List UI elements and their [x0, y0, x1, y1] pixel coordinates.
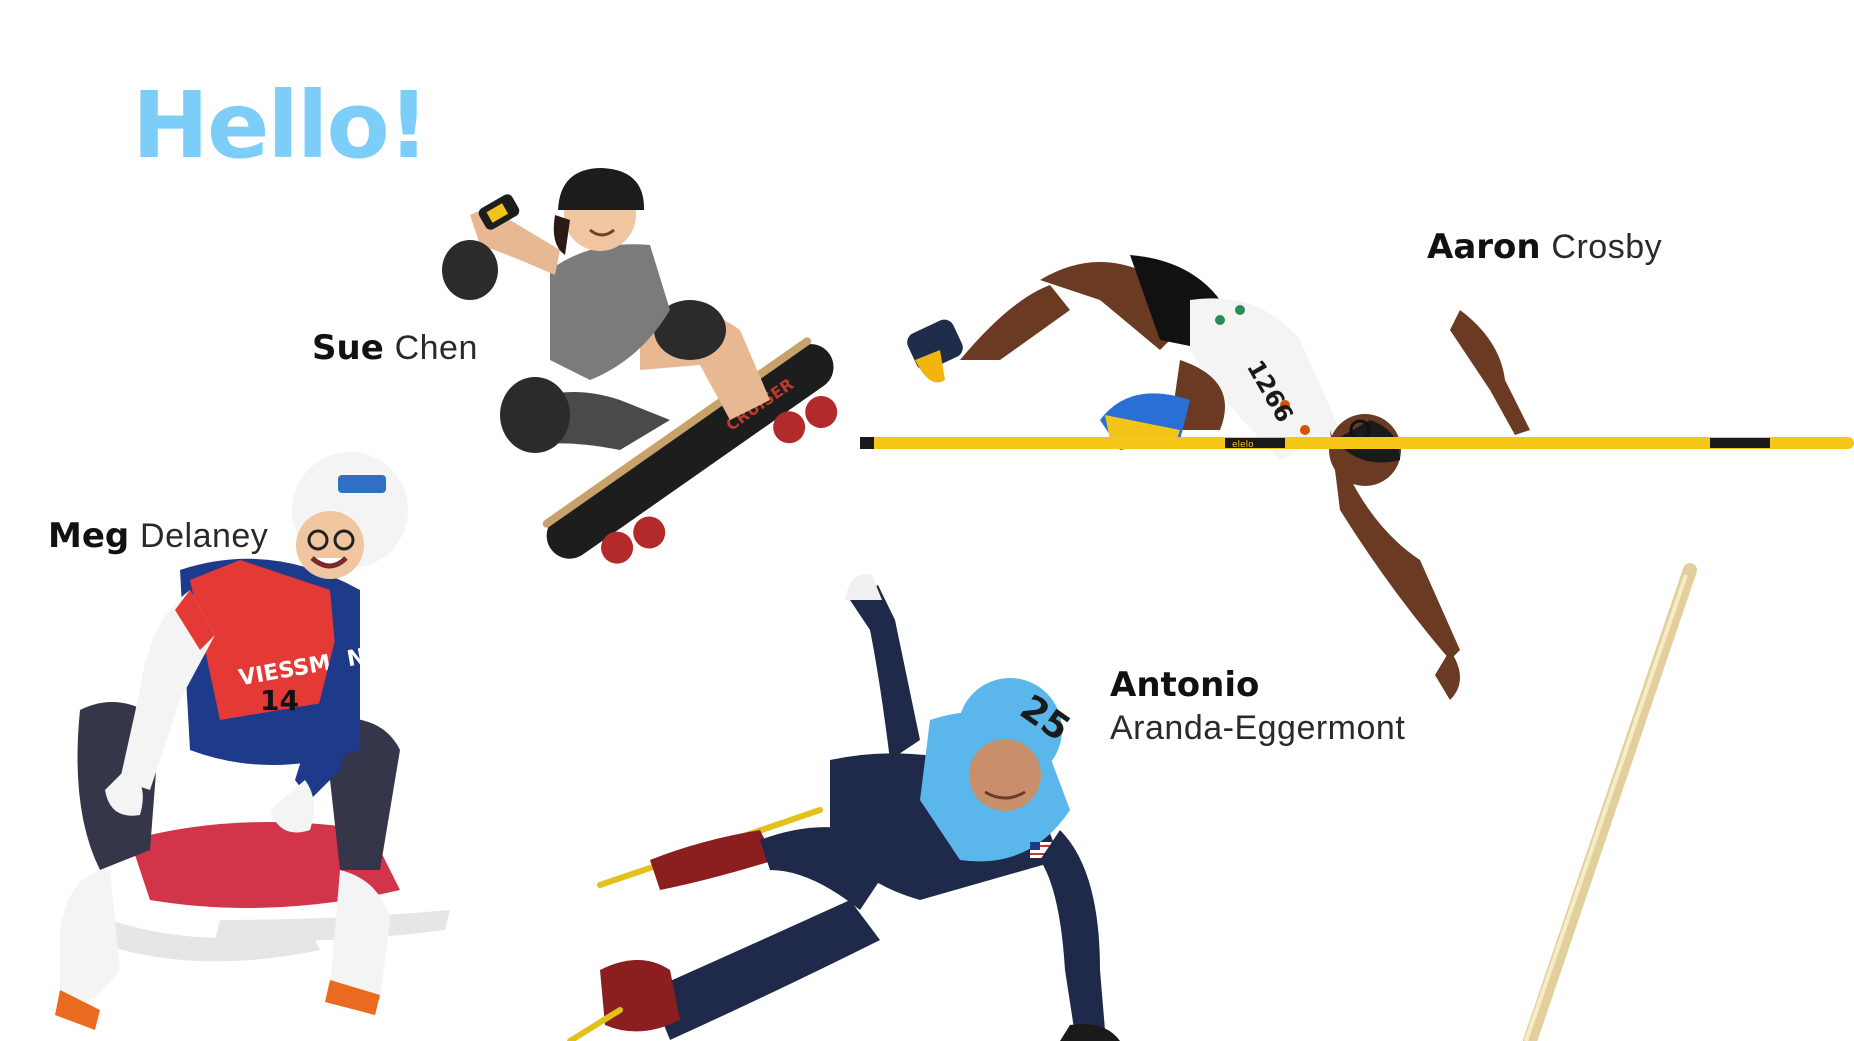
slide-title: Hello!	[132, 72, 430, 179]
first-name: Sue	[312, 328, 384, 368]
luge-athlete-icon: VIESSMANN 14	[55, 452, 450, 1030]
racer-bib-number: 14	[260, 684, 299, 717]
speed-skater-icon: 25	[567, 574, 1120, 1041]
vault-pole	[1523, 563, 1697, 1041]
slide: Hello! Sue Chen Aaron Crosby Meg Delaney…	[0, 0, 1854, 1041]
bar-brand: elelo	[1232, 440, 1254, 450]
high-jump-bar	[860, 437, 1854, 449]
